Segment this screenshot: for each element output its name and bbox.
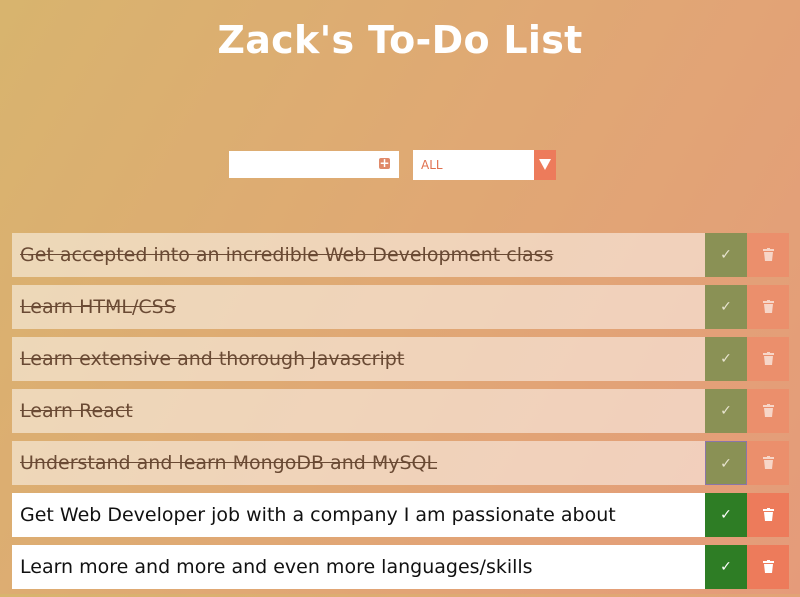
complete-button[interactable]: ✓ [705,441,747,485]
todo-item: Understand and learn MongoDB and MySQL ✓ [12,441,789,485]
triangle-down-icon[interactable] [534,150,556,180]
trash-icon [762,299,774,313]
trash-icon [762,559,774,573]
todo-text: Get Web Developer job with a company I a… [12,493,705,537]
check-icon: ✓ [720,456,732,472]
filter-selected-value: ALL [421,158,443,172]
todo-text: Get accepted into an incredible Web Deve… [12,233,705,277]
delete-button[interactable] [747,545,789,589]
check-icon: ✓ [720,299,732,315]
check-icon: ✓ [720,559,732,575]
todo-input-container: + [229,151,399,178]
delete-button[interactable] [747,233,789,277]
complete-button[interactable]: ✓ [705,233,747,277]
todo-item: Learn React ✓ [12,389,789,433]
delete-button[interactable] [747,389,789,433]
todo-input[interactable] [229,151,381,178]
plus-square-icon: + [379,156,390,170]
trash-icon [762,247,774,261]
check-icon: ✓ [720,247,732,263]
check-icon: ✓ [720,351,732,367]
page-title: Zack's To-Do List [217,18,583,62]
delete-button[interactable] [747,337,789,381]
todo-text: Learn more and more and even more langua… [12,545,705,589]
delete-button[interactable] [747,493,789,537]
todo-text: Learn HTML/CSS [12,285,705,329]
todo-item: Learn more and more and even more langua… [12,545,789,589]
complete-button[interactable]: ✓ [705,337,747,381]
todo-item: Learn HTML/CSS ✓ [12,285,789,329]
trash-icon [762,351,774,365]
check-icon: ✓ [720,507,732,523]
trash-icon [762,507,774,521]
check-icon: ✓ [720,403,732,419]
todo-list: Get accepted into an incredible Web Deve… [12,233,789,597]
add-todo-button[interactable]: + [379,156,390,170]
trash-icon [762,455,774,469]
complete-button[interactable]: ✓ [705,493,747,537]
trash-icon [762,403,774,417]
complete-button[interactable]: ✓ [705,389,747,433]
todo-text: Learn extensive and thorough Javascript [12,337,705,381]
delete-button[interactable] [747,285,789,329]
delete-button[interactable] [747,441,789,485]
filter-select[interactable]: ALL [413,150,556,180]
todo-item: Get accepted into an incredible Web Deve… [12,233,789,277]
todo-item: Get Web Developer job with a company I a… [12,493,789,537]
todo-text: Understand and learn MongoDB and MySQL [12,441,705,485]
todo-text: Learn React [12,389,705,433]
todo-item: Learn extensive and thorough Javascript … [12,337,789,381]
complete-button[interactable]: ✓ [705,545,747,589]
complete-button[interactable]: ✓ [705,285,747,329]
